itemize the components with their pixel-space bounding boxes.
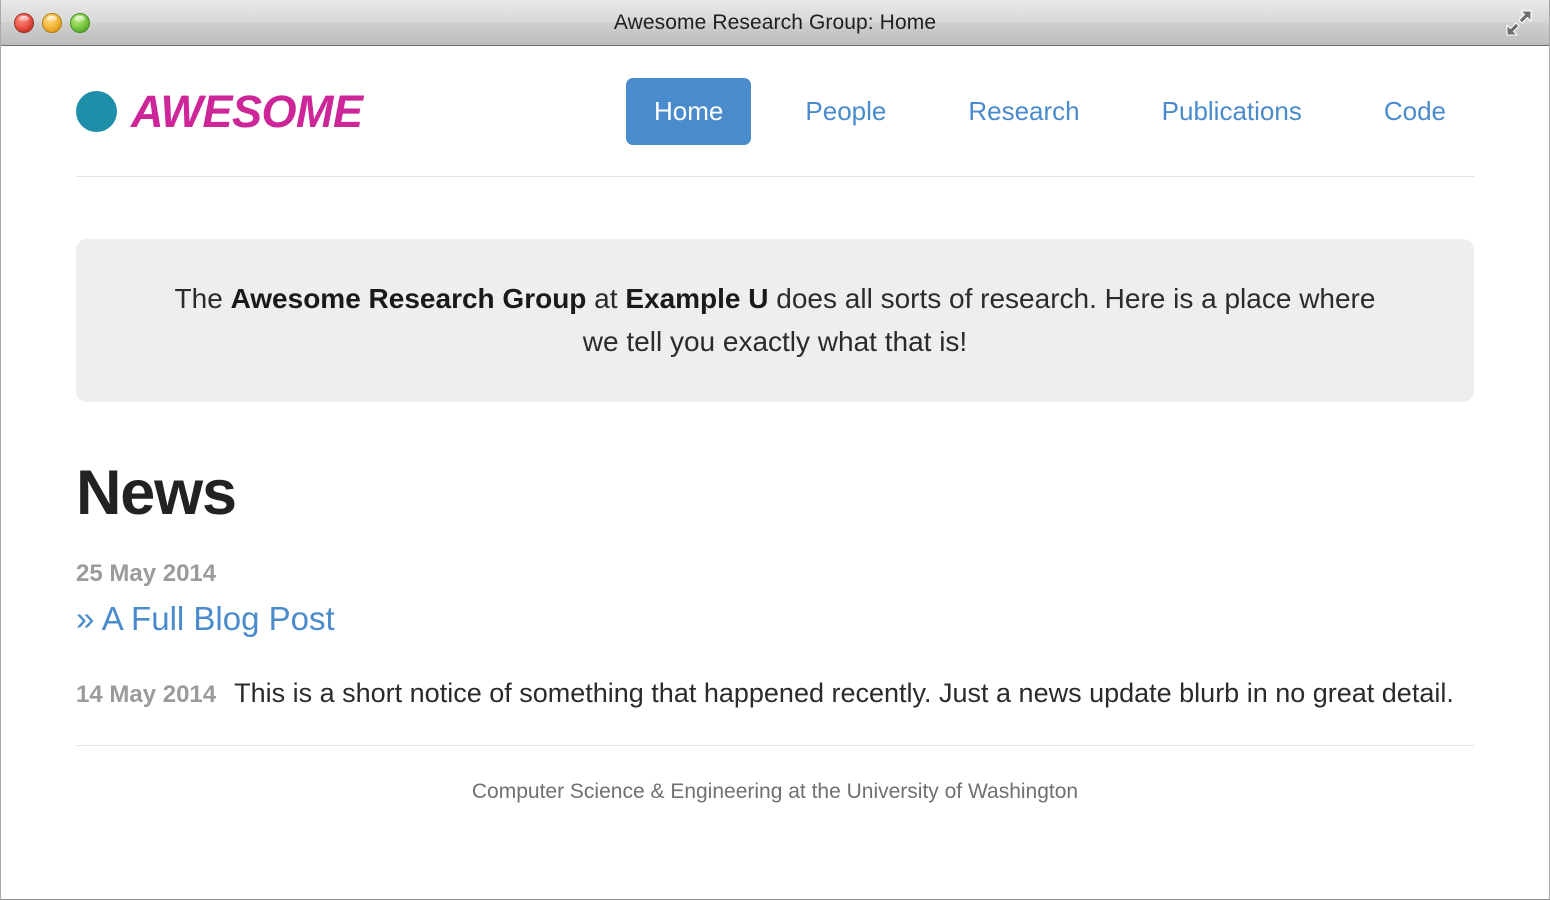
browser-window: Awesome Research Group: Home AWESOME Hom… — [0, 0, 1550, 900]
zoom-window-button[interactable] — [70, 12, 90, 33]
intro-text-middle: at — [586, 282, 626, 314]
intro-group-name: Awesome Research Group — [230, 282, 587, 314]
news-list: 25 May 2014 » A Full Blog Post 14 May 20… — [76, 559, 1474, 714]
minimize-window-button[interactable] — [42, 12, 62, 33]
site-header: AWESOME Home People Research Publication… — [76, 46, 1474, 177]
news-item-link[interactable]: » A Full Blog Post — [76, 599, 335, 639]
news-item: 25 May 2014 » A Full Blog Post — [76, 559, 1474, 639]
nav-item-publications[interactable]: Publications — [1134, 78, 1330, 145]
news-item-body: This is a short notice of something that… — [234, 677, 1454, 708]
nav-item-home[interactable]: Home — [626, 77, 752, 145]
brand-logo-link[interactable]: AWESOME — [76, 89, 363, 134]
brand-name: AWESOME — [131, 85, 363, 137]
close-window-button[interactable] — [14, 12, 34, 33]
news-item-date: 25 May 2014 — [76, 560, 217, 588]
main-navigation: Home People Research Publications Code — [626, 77, 1474, 145]
window-traffic-lights — [14, 0, 90, 45]
intro-text-before: The — [174, 282, 231, 314]
site-footer: Computer Science & Engineering at the Un… — [76, 744, 1474, 804]
nav-item-people[interactable]: People — [777, 78, 914, 145]
window-title: Awesome Research Group: Home — [613, 10, 937, 34]
window-titlebar: Awesome Research Group: Home — [1, 0, 1549, 46]
page-content: AWESOME Home People Research Publication… — [1, 46, 1549, 899]
fullscreen-button[interactable] — [1497, 0, 1541, 45]
news-heading: News — [76, 458, 237, 528]
nav-item-code[interactable]: Code — [1356, 78, 1474, 145]
nav-item-research[interactable]: Research — [940, 78, 1107, 145]
footer-text: Computer Science & Engineering at the Un… — [471, 779, 1079, 803]
news-item: 14 May 2014 This is a short notice of som… — [76, 673, 1474, 715]
fullscreen-arrows-icon — [1506, 9, 1532, 36]
intro-text: The Awesome Research Group at Example U … — [166, 278, 1384, 363]
intro-jumbotron: The Awesome Research Group at Example U … — [76, 239, 1474, 402]
circle-logo-icon — [76, 90, 117, 132]
intro-institution: Example U — [625, 282, 769, 314]
news-item-date: 14 May 2014 — [76, 680, 217, 708]
